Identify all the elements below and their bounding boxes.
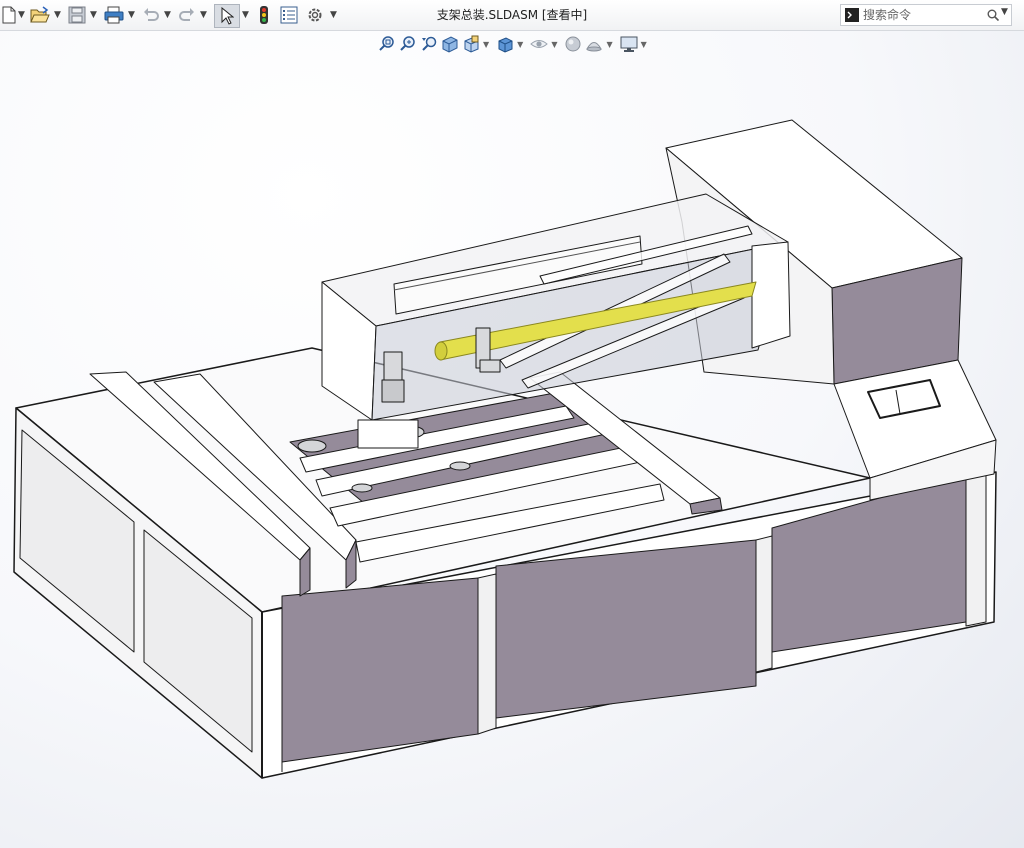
assembly-model-render[interactable] <box>0 0 1024 848</box>
laser-head <box>381 351 405 403</box>
